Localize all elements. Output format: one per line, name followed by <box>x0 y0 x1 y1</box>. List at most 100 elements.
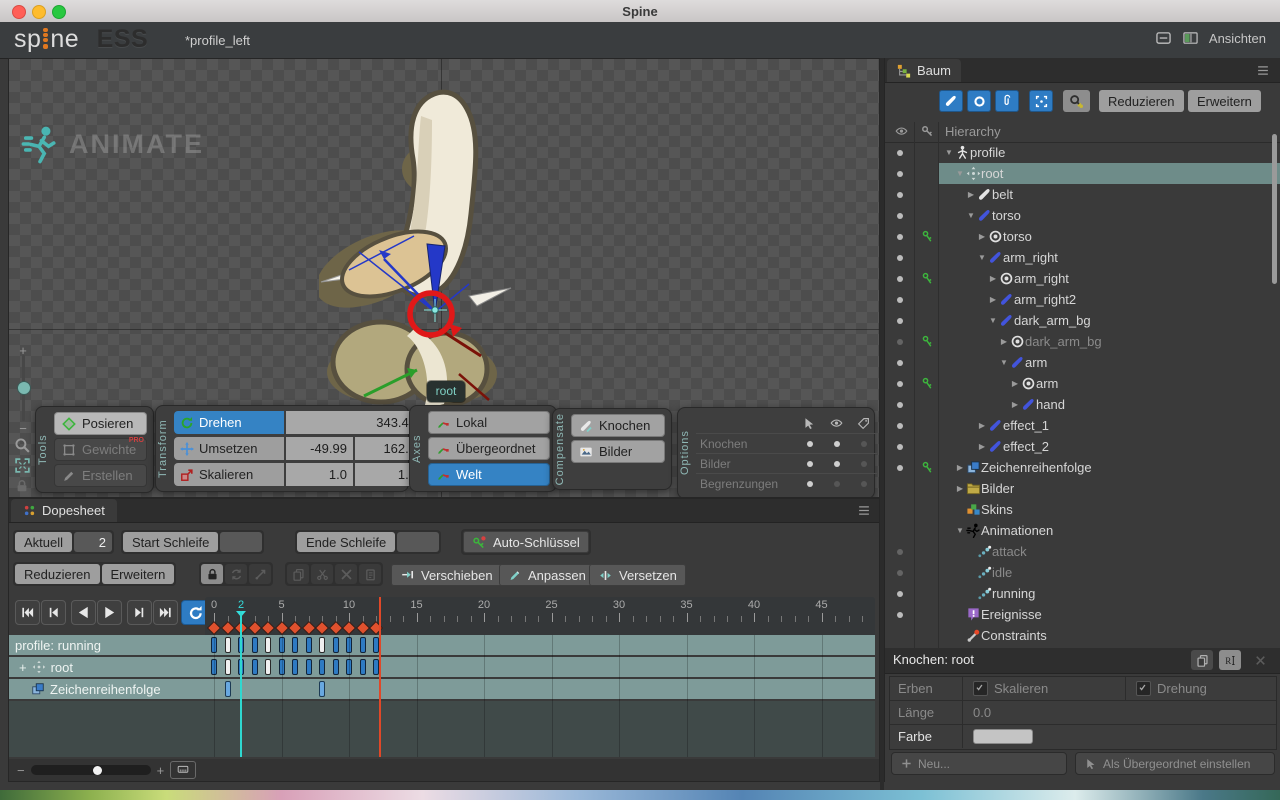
tree-row-dark_arm_bg[interactable]: ▶dark_arm_bg <box>885 331 1280 352</box>
tree-tab[interactable]: Baum <box>887 59 961 82</box>
lock-keys-button[interactable] <box>201 564 223 584</box>
visibility-dot[interactable] <box>897 276 903 282</box>
tree-menu-icon[interactable] <box>1256 64 1270 77</box>
keyframe[interactable] <box>306 659 312 675</box>
tree-scrollbar[interactable] <box>1272 134 1277 284</box>
transport-skip-start-button[interactable] <box>15 600 40 625</box>
expander-open[interactable]: ▼ <box>965 211 977 220</box>
hscroll-minus-button[interactable]: − <box>17 763 25 778</box>
timeline-row-0[interactable]: profile: running <box>9 635 875 655</box>
hscroll-track[interactable] <box>31 765 151 775</box>
tree-row-idle[interactable]: idle <box>885 562 1280 583</box>
keyframe[interactable] <box>292 659 298 675</box>
expander-closed[interactable]: ▶ <box>1009 379 1021 388</box>
option-dot[interactable] <box>834 441 840 447</box>
transport-skip-end-button[interactable] <box>153 600 178 625</box>
option-dot[interactable] <box>861 481 867 487</box>
transport-play-forward-button[interactable] <box>97 600 122 625</box>
tree-row-hand[interactable]: ▶hand <box>885 394 1280 415</box>
option-dot[interactable] <box>861 461 867 467</box>
keyframe[interactable] <box>333 659 339 675</box>
visibility-dot[interactable] <box>897 465 903 471</box>
expander-closed[interactable]: ▶ <box>998 337 1010 346</box>
tree-row-attack[interactable]: attack <box>885 541 1280 562</box>
keyframe[interactable] <box>225 659 231 675</box>
tree-collapse-button[interactable]: Reduzieren <box>1099 90 1184 112</box>
expander-open[interactable]: ▼ <box>987 316 999 325</box>
tree-row-skins[interactable]: Skins <box>885 499 1280 520</box>
hscroll-handle[interactable] <box>93 766 102 775</box>
rename-button[interactable]: R <box>1219 650 1241 670</box>
views-icon[interactable] <box>1182 31 1199 46</box>
timeline-row-1[interactable]: +root <box>9 657 875 677</box>
set-parent-button[interactable]: Als Übergeordnet einstellen <box>1075 752 1275 775</box>
inherit-rotation-checkbox[interactable] <box>1136 681 1151 696</box>
transform-drehen-button[interactable]: Drehen <box>174 411 284 434</box>
hscroll-plus-button[interactable]: + <box>157 763 165 778</box>
color-swatch[interactable] <box>973 729 1033 744</box>
keyframe[interactable] <box>319 637 325 653</box>
sync-button[interactable] <box>225 564 247 584</box>
dopesheet-tab[interactable]: Dopesheet <box>11 499 117 522</box>
zoom-slider-handle[interactable] <box>17 381 31 395</box>
tools-button-gewichte[interactable]: GewichtePRO <box>54 438 147 461</box>
visibility-dot[interactable] <box>897 591 903 597</box>
visibility-dot[interactable] <box>897 318 903 324</box>
keyframe[interactable] <box>292 637 298 653</box>
paste-button[interactable] <box>359 564 381 584</box>
tree-row-arm_right[interactable]: ▼arm_right <box>885 247 1280 268</box>
keyframe[interactable] <box>225 637 231 653</box>
move-keys-button[interactable]: Verschieben <box>391 564 502 586</box>
expander-closed[interactable]: ▶ <box>987 274 999 283</box>
tree-row-belt[interactable]: ▶belt <box>885 184 1280 205</box>
visibility-dot[interactable] <box>897 402 903 408</box>
visibility-dot[interactable] <box>897 255 903 261</box>
visibility-dot[interactable] <box>897 612 903 618</box>
visibility-dot[interactable] <box>897 549 903 555</box>
expander-open[interactable]: ▼ <box>954 526 966 535</box>
tree-expand-button[interactable]: Erweitern <box>1188 90 1261 112</box>
magnifier-icon[interactable] <box>14 437 31 454</box>
keyframe[interactable] <box>360 637 366 653</box>
expander-closed[interactable]: ▶ <box>976 421 988 430</box>
expander-open[interactable]: ▼ <box>943 148 955 157</box>
ruler-toggle-button[interactable] <box>170 761 196 779</box>
views-label[interactable]: Ansichten <box>1209 31 1266 46</box>
character-artwork[interactable] <box>319 74 549 414</box>
axes-button-lokal[interactable]: Lokal <box>428 411 550 434</box>
transform-skalieren-button[interactable]: Skalieren <box>174 463 284 486</box>
current-frame-field[interactable]: 2 <box>74 532 112 552</box>
visibility-dot[interactable] <box>897 171 903 177</box>
prune-button[interactable] <box>249 564 271 584</box>
animation-viewport[interactable]: ANIMATE root + − <box>8 58 880 498</box>
tree-row-effect_1[interactable]: ▶effect_1 <box>885 415 1280 436</box>
keyframe[interactable] <box>319 681 325 697</box>
keyframe[interactable] <box>265 659 271 675</box>
keyframe[interactable] <box>319 659 325 675</box>
expander-closed[interactable]: ▶ <box>987 295 999 304</box>
expander-closed[interactable]: ▶ <box>954 484 966 493</box>
visibility-dot[interactable] <box>897 423 903 429</box>
visibility-dot[interactable] <box>897 381 903 387</box>
expander-closed[interactable]: ▶ <box>976 442 988 451</box>
axes-button-übergeordnet[interactable]: Übergeordnet <box>428 437 550 460</box>
autokey-button[interactable]: Auto-Schlüssel <box>463 531 589 553</box>
expander-closed[interactable]: ▶ <box>1009 400 1021 409</box>
tree-row-arm_right2[interactable]: ▶arm_right2 <box>885 289 1280 310</box>
filter-bones-button[interactable] <box>939 90 963 112</box>
transport-prev-frame-button[interactable] <box>41 600 66 625</box>
expander-closed[interactable]: ▶ <box>954 463 966 472</box>
tree-row-ereignisse[interactable]: Ereignisse <box>885 604 1280 625</box>
close-panel-button[interactable] <box>1249 650 1271 670</box>
option-dot[interactable] <box>834 461 840 467</box>
transform-drehen-value-0[interactable]: 343.44 <box>286 411 422 434</box>
transform-umsetzen-button[interactable]: Umsetzen <box>174 437 284 460</box>
expander-closed[interactable]: ▶ <box>965 190 977 199</box>
transport-play-back-button[interactable] <box>71 600 96 625</box>
tree-row-arm[interactable]: ▶arm <box>885 373 1280 394</box>
expander-open[interactable]: ▼ <box>998 358 1010 367</box>
cut-button[interactable] <box>311 564 333 584</box>
option-dot[interactable] <box>861 441 867 447</box>
visibility-dot[interactable] <box>897 444 903 450</box>
option-dot[interactable] <box>807 461 813 467</box>
